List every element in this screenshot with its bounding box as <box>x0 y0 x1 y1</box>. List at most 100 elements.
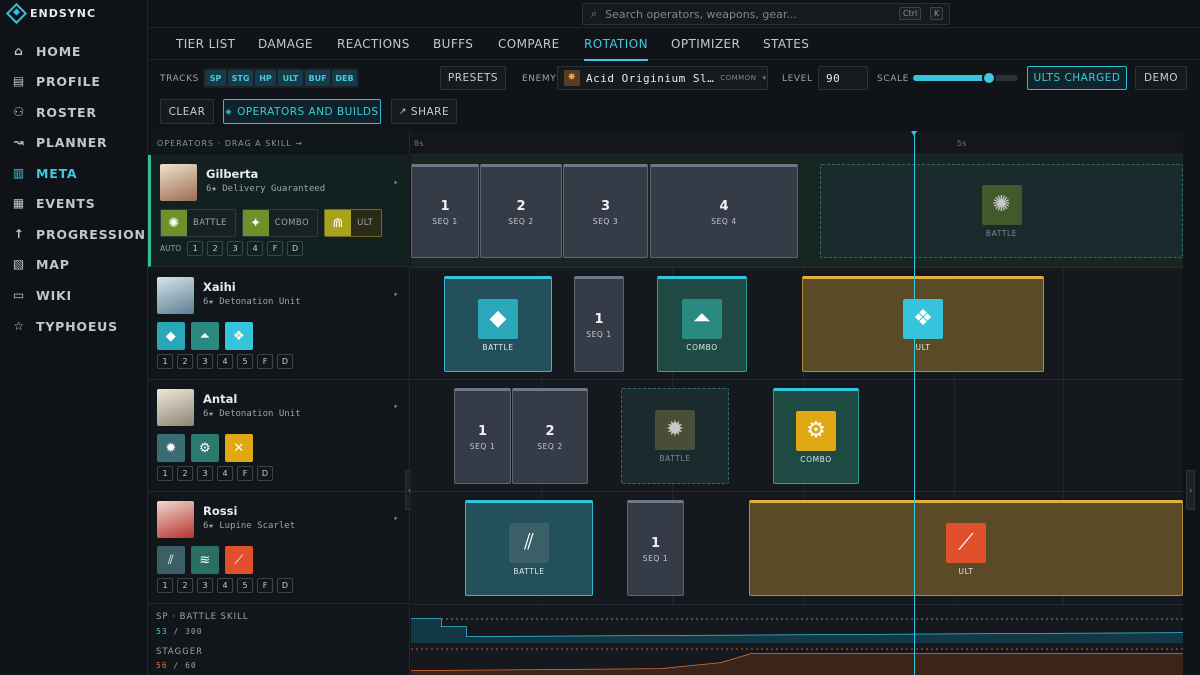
seq-5-button[interactable]: 5 <box>237 578 253 593</box>
nav-item-progression[interactable]: ↑ PROGRESSION <box>0 219 148 249</box>
tab-optimizer[interactable]: OPTIMIZER <box>671 37 740 51</box>
tab-tier-list[interactable]: TIER LIST <box>176 37 235 51</box>
operator-row-gilberta[interactable]: Gilberta 6★ Delivery Guaranteed ▴ ✺ BATTL… <box>148 155 410 267</box>
nav-item-planner[interactable]: ↝ PLANNER <box>0 127 148 157</box>
skill-battle-button[interactable]: ✹ <box>157 434 185 462</box>
seq-2-button[interactable]: 2 <box>177 354 193 369</box>
seq-1-button[interactable]: 1 <box>157 354 173 369</box>
tab-reactions[interactable]: REACTIONS <box>337 37 410 51</box>
seq-f-button[interactable]: F <box>257 578 273 593</box>
track-buf-toggle[interactable]: BUF <box>305 70 330 86</box>
seq-1-button[interactable]: 1 <box>157 578 173 593</box>
nav-item-wiki[interactable]: ▭ WIKI <box>0 280 148 310</box>
battle-skill-ghost-block[interactable]: ✹ BATTLE <box>621 388 729 484</box>
tab-compare[interactable]: COMPARE <box>498 37 560 51</box>
search-input[interactable]: ⌕ Search operators, weapons, gear... Ctr… <box>582 3 950 25</box>
skill-ult-button[interactable]: ✕ <box>225 434 253 462</box>
seq-4-button[interactable]: 4 <box>217 466 233 481</box>
nav-item-typhoeus[interactable]: ☆ TYPHOEUS <box>0 311 148 341</box>
combo-skill-block[interactable]: ⚙ COMBO <box>773 388 859 484</box>
seq-block[interactable]: 1 SEQ 1 <box>454 388 511 484</box>
seq-block[interactable]: 2 SEQ 2 <box>512 388 588 484</box>
skill-combo-button[interactable]: ⚙ <box>191 434 219 462</box>
skill-battle-button[interactable]: ⫽ <box>157 546 185 574</box>
nav-item-home[interactable]: ⌂ HOME <box>0 36 148 66</box>
skill-ult-button[interactable]: ❖ <box>225 322 253 350</box>
chevron-up-icon[interactable]: ▴ <box>393 177 398 186</box>
seq-d-button[interactable]: D <box>277 354 293 369</box>
seq-block[interactable]: 1 SEQ 1 <box>627 500 684 596</box>
nav-item-events[interactable]: ▦ EVENTS <box>0 188 148 218</box>
demo-button[interactable]: DEMO <box>1135 66 1187 90</box>
track-hp-toggle[interactable]: HP <box>255 70 276 86</box>
seq-2-button[interactable]: 2 <box>207 241 224 256</box>
scale-slider-handle[interactable] <box>981 71 996 85</box>
track-deb-toggle[interactable]: DEB <box>332 70 357 86</box>
track-stg-toggle[interactable]: STG <box>228 70 253 86</box>
tab-rotation[interactable]: ROTATION <box>584 37 648 61</box>
operator-row-rossi[interactable]: Rossi 6★ Lupine Scarlet ▾ ⫽ ≋ ⟋ 1 2 3 4 … <box>148 492 410 604</box>
seq-1-button[interactable]: 1 <box>157 466 173 481</box>
track-sp-toggle[interactable]: SP <box>205 70 226 86</box>
seq-3-button[interactable]: 3 <box>227 241 244 256</box>
seq-f-button[interactable]: F <box>267 241 284 256</box>
clear-button[interactable]: CLEAR <box>160 99 214 124</box>
ults-charged-button[interactable]: ULTS CHARGED <box>1027 66 1127 90</box>
skill-ult-button[interactable]: ⋒ ULT <box>324 209 383 237</box>
seq-3-button[interactable]: 3 <box>197 466 213 481</box>
operators-builds-button[interactable]: ◈ OPERATORS AND BUILDS <box>223 99 381 124</box>
chevron-down-icon[interactable]: ▾ <box>393 290 398 299</box>
presets-button[interactable]: PRESETS <box>440 66 506 90</box>
seq-d-button[interactable]: D <box>287 241 304 256</box>
seq-4-button[interactable]: 4 <box>217 578 233 593</box>
seq-5-button[interactable]: 5 <box>237 354 253 369</box>
tab-damage[interactable]: DAMAGE <box>258 37 313 51</box>
chevron-down-icon[interactable]: ▾ <box>393 514 398 523</box>
seq-1-button[interactable]: 1 <box>187 241 204 256</box>
collapse-right-handle[interactable]: › <box>1186 470 1195 510</box>
battle-skill-ghost-block[interactable]: ✺ BATTLE <box>820 164 1183 258</box>
enemy-select[interactable]: ✸ Acid Originium Sl… COMMON ▾ <box>557 66 768 90</box>
seq-d-button[interactable]: D <box>277 578 293 593</box>
share-button[interactable]: ↗ SHARE <box>391 99 457 124</box>
skill-ult-button[interactable]: ⟋ <box>225 546 253 574</box>
skill-battle-button[interactable]: ✺ BATTLE <box>160 209 236 237</box>
seq-block[interactable]: 1 SEQ 1 <box>411 164 479 258</box>
ult-skill-block[interactable]: ❖ ULT <box>802 276 1044 372</box>
operator-row-antal[interactable]: Antal 6★ Detonation Unit ▾ ✹ ⚙ ✕ 1 2 3 4… <box>148 380 410 492</box>
seq-2-button[interactable]: 2 <box>177 466 193 481</box>
combo-skill-block[interactable]: ⏶ COMBO <box>657 276 747 372</box>
scale-slider[interactable] <box>913 71 1018 85</box>
battle-skill-block[interactable]: ⫽ BATTLE <box>465 500 593 596</box>
seq-4-button[interactable]: 4 <box>217 354 233 369</box>
seq-f-button[interactable]: F <box>237 466 253 481</box>
seq-2-button[interactable]: 2 <box>177 578 193 593</box>
nav-item-map[interactable]: ▧ MAP <box>0 249 148 279</box>
seq-block[interactable]: 2 SEQ 2 <box>480 164 562 258</box>
seq-d-button[interactable]: D <box>257 466 273 481</box>
ult-skill-block[interactable]: ⟋ ULT <box>749 500 1183 596</box>
seq-f-button[interactable]: F <box>257 354 273 369</box>
seq-block[interactable]: 3 SEQ 3 <box>563 164 648 258</box>
skill-combo-button[interactable]: ≋ <box>191 546 219 574</box>
seq-block[interactable]: 4 SEQ 4 <box>650 164 798 258</box>
seq-3-button[interactable]: 3 <box>197 354 213 369</box>
seq-3-button[interactable]: 3 <box>197 578 213 593</box>
playhead-cursor[interactable] <box>911 131 917 675</box>
skill-combo-button[interactable]: ✦ COMBO <box>241 209 319 237</box>
chevron-down-icon[interactable]: ▾ <box>393 402 398 411</box>
nav-item-roster[interactable]: ⚇ ROSTER <box>0 97 148 127</box>
level-input[interactable]: 90 <box>818 66 868 90</box>
track-ult-toggle[interactable]: ULT <box>278 70 303 86</box>
skill-battle-button[interactable]: ◆ <box>157 322 185 350</box>
battle-skill-block[interactable]: ◆ BATTLE <box>444 276 552 372</box>
operator-row-xaihi[interactable]: Xaihi 6★ Detonation Unit ▾ ◆ ⏶ ❖ 1 2 3 4… <box>148 268 410 380</box>
tab-buffs[interactable]: BUFFS <box>433 37 473 51</box>
seq-4-button[interactable]: 4 <box>247 241 264 256</box>
skill-combo-button[interactable]: ⏶ <box>191 322 219 350</box>
nav-item-meta[interactable]: ▥ META <box>0 158 148 188</box>
seq-block[interactable]: 1 SEQ 1 <box>574 276 624 372</box>
tab-states[interactable]: STATES <box>763 37 809 51</box>
app-logo[interactable]: ENDSYNC <box>5 2 96 25</box>
nav-item-profile[interactable]: ▤ PROFILE <box>0 66 148 96</box>
